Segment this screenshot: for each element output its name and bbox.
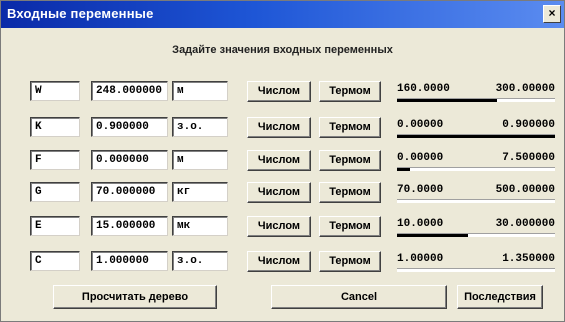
value-slider[interactable] xyxy=(397,268,555,272)
variable-unit-field[interactable]: з.о. xyxy=(172,117,228,137)
slider-fill xyxy=(397,234,469,237)
variable-row: W 248.000000 м Числом Термом 160.0000 300.0000… xyxy=(1,81,565,105)
variable-value-field[interactable]: 1.000000 xyxy=(91,251,168,271)
range-max-label: 300.00000 xyxy=(495,83,555,95)
variable-name-field[interactable]: G xyxy=(30,182,80,202)
consequences-button[interactable]: Последствия xyxy=(457,285,543,309)
title-bar[interactable]: Входные переменные × xyxy=(1,1,564,28)
variable-value-field[interactable]: 0.000000 xyxy=(91,150,168,170)
range-min-label: 0.00000 xyxy=(397,119,444,131)
variable-value-field[interactable]: 0.900000 xyxy=(91,117,168,137)
range-min-label: 10.0000 xyxy=(397,218,444,230)
window-title: Входные переменные xyxy=(7,6,154,21)
variable-row: E 15.000000 мк Числом Термом 10.0000 30.000000 xyxy=(1,216,565,240)
variable-name-field[interactable]: E xyxy=(30,216,80,236)
close-button[interactable]: × xyxy=(543,5,561,23)
by-term-button[interactable]: Термом xyxy=(319,150,381,171)
calculate-tree-button[interactable]: Просчитать дерево xyxy=(53,285,217,309)
range-min-label: 160.0000 xyxy=(397,83,450,95)
variable-name-field[interactable]: W xyxy=(30,81,80,101)
variable-name-field[interactable]: C xyxy=(30,251,80,271)
by-term-button[interactable]: Термом xyxy=(319,182,381,203)
close-icon: × xyxy=(548,6,556,20)
variable-unit-field[interactable]: з.о. xyxy=(172,251,228,271)
variable-value-field[interactable]: 248.000000 xyxy=(91,81,168,101)
cancel-button[interactable]: Cancel xyxy=(271,285,447,309)
value-slider[interactable] xyxy=(397,134,555,138)
range-max-label: 30.000000 xyxy=(495,218,555,230)
range-max-label: 500.00000 xyxy=(495,184,555,196)
value-slider[interactable] xyxy=(397,167,555,171)
range-min-label: 1.00000 xyxy=(397,253,444,265)
by-number-button[interactable]: Числом xyxy=(247,117,311,138)
by-term-button[interactable]: Термом xyxy=(319,251,381,272)
slider-fill xyxy=(397,99,497,102)
slider-fill xyxy=(397,168,410,171)
by-number-button[interactable]: Числом xyxy=(247,81,311,102)
value-slider[interactable] xyxy=(397,233,555,237)
instruction-text: Задайте значения входных переменных xyxy=(172,44,393,56)
variable-value-field[interactable]: 70.000000 xyxy=(91,182,168,202)
value-slider[interactable] xyxy=(397,199,555,203)
by-term-button[interactable]: Термом xyxy=(319,81,381,102)
input-variables-dialog: Входные переменные × Задайте значения вх… xyxy=(0,0,565,322)
range-min-label: 0.00000 xyxy=(397,152,444,164)
variable-name-field[interactable]: F xyxy=(30,150,80,170)
variable-row: K 0.900000 з.о. Числом Термом 0.00000 0.900000 xyxy=(1,117,565,141)
range-max-label: 1.350000 xyxy=(502,253,555,265)
by-number-button[interactable]: Числом xyxy=(247,182,311,203)
range-max-label: 0.900000 xyxy=(502,119,555,131)
variable-unit-field[interactable]: мк xyxy=(172,216,228,236)
variable-unit-field[interactable]: кг xyxy=(172,182,228,202)
variable-unit-field[interactable]: м xyxy=(172,150,228,170)
variable-unit-field[interactable]: м xyxy=(172,81,228,101)
by-number-button[interactable]: Числом xyxy=(247,150,311,171)
slider-fill xyxy=(397,135,555,138)
by-term-button[interactable]: Термом xyxy=(319,216,381,237)
variable-row: C 1.000000 з.о. Числом Термом 1.00000 1.350000 xyxy=(1,251,565,275)
variable-row: G 70.000000 кг Числом Термом 70.0000 500.00000 xyxy=(1,182,565,206)
variable-row: F 0.000000 м Числом Термом 0.00000 7.500000 xyxy=(1,150,565,174)
variable-value-field[interactable]: 15.000000 xyxy=(91,216,168,236)
by-number-button[interactable]: Числом xyxy=(247,216,311,237)
range-max-label: 7.500000 xyxy=(502,152,555,164)
by-term-button[interactable]: Термом xyxy=(319,117,381,138)
range-min-label: 70.0000 xyxy=(397,184,444,196)
by-number-button[interactable]: Числом xyxy=(247,251,311,272)
value-slider[interactable] xyxy=(397,98,555,102)
variable-name-field[interactable]: K xyxy=(30,117,80,137)
